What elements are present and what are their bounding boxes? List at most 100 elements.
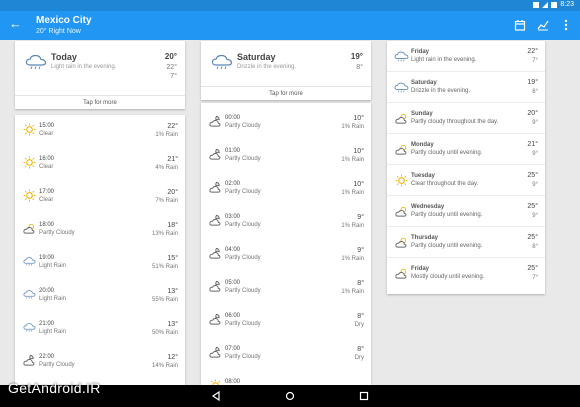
hour-temp: 18° [167,222,178,229]
forecast-low: 9° [532,151,538,157]
hour-rain: 13% Rain [151,231,178,237]
hourly-row[interactable]: 20:00 Light Rain 13° 55% Rain [15,280,185,313]
hour-condition: Light Rain [39,329,67,335]
forecast-row[interactable]: Monday Partly cloudy until evening. 21° … [387,134,545,165]
city-title: Mexico City [36,15,92,26]
hour-rain: 1% Rain [341,223,364,229]
forecast-row[interactable]: Sunday Partly cloudy throughout the day.… [387,103,545,134]
hour-temp: 9° [357,247,364,254]
rain-cloud-icon [23,321,36,334]
hour-temp: 10° [353,181,364,188]
forecast-low: 8° [532,244,538,250]
hourly-row[interactable]: 19:00 Light Rain 15° 51% Rain [15,247,185,280]
hour-rain: 14% Rain [151,363,178,369]
partly-cloudy-night-icon [209,247,222,260]
hourly-row[interactable]: 07:00 Partly Cloudy 8° Dry [201,338,371,371]
hourly-row[interactable]: 15:00 Clear 22° 1% Rain [15,115,185,148]
today-summary-card[interactable]: Today Light rain in the evening. 20° 22°… [15,41,185,109]
partly-cloudy-night-icon [209,280,222,293]
partly-cloudy-night-icon [209,313,222,326]
hour-temp: 9° [357,214,364,221]
hour-rain: 50% Rain [151,330,178,336]
hour-condition: Partly Cloudy [225,123,261,129]
hourly-row[interactable]: 18:00 Partly Cloudy 18° 13% Rain [15,214,185,247]
partly-cloudy-icon [394,267,409,280]
hour-condition: Clear [39,197,54,203]
hour-condition: Light Rain [39,296,67,302]
hour-condition: Clear [39,131,54,137]
forecast-row[interactable]: Tuesday Clear throughout the day. 25° 9° [387,165,545,196]
hour-time: 04:00 [225,247,241,253]
hour-time: 22:00 [39,354,55,360]
forecast-low: 8° [532,89,538,95]
hour-condition: Partly Cloudy [225,255,261,261]
hour-time: 01:00 [225,148,241,154]
forecast-row[interactable]: Friday Mostly cloudy until evening. 25° … [387,258,545,289]
sun-icon [23,189,36,202]
forecast-day: Monday [411,142,434,148]
saturday-summary-card[interactable]: Saturday Drizzle in the evening. 19° 8° … [201,41,371,100]
overflow-menu-icon[interactable] [560,19,572,31]
rain-cloud-icon [23,288,36,301]
nav-recents-icon[interactable] [359,391,369,401]
hour-rain: 7% Rain [155,198,178,204]
calendar-icon[interactable] [514,19,526,31]
hourly-row[interactable]: 01:00 Partly Cloudy 10° 1% Rain [201,140,371,173]
forecast-row[interactable]: Wednesday Partly cloudy until evening. 2… [387,196,545,227]
hour-temp: 13° [167,288,178,295]
forecast-high: 25° [527,172,538,179]
hour-rain: 1% Rain [341,190,364,196]
hour-time: 19:00 [39,255,55,261]
hour-rain: 4% Rain [155,165,178,171]
tap-for-more-button[interactable]: Tap for more [15,95,185,109]
hourly-row[interactable]: 00:00 Partly Cloudy 10° 1% Rain [201,107,371,140]
hourly-row[interactable]: 06:00 Partly Cloudy 8° Dry [201,305,371,338]
forecast-desc: Clear throughout the day. [411,181,479,187]
forecast-desc: Mostly cloudy until evening. [411,274,485,280]
partly-cloudy-night-icon [209,346,222,359]
hourly-row[interactable]: 17:00 Clear 20° 7% Rain [15,181,185,214]
hourly-row[interactable]: 02:00 Partly Cloudy 10° 1% Rain [201,173,371,206]
forecast-row[interactable]: Thursday Partly cloudy until evening. 25… [387,227,545,258]
hourly-row[interactable]: 04:00 Partly Cloudy 9° 1% Rain [201,239,371,272]
hour-rain: Dry [354,322,364,328]
back-arrow-icon[interactable]: ← [9,17,22,31]
trend-chart-icon[interactable] [537,19,549,31]
hour-temp: 10° [353,148,364,155]
rain-cloud-icon [23,255,36,268]
hour-rain: 1% Rain [341,124,364,130]
hourly-row[interactable]: 22:00 Partly Cloudy 12° 14% Rain [15,346,185,379]
rain-cloud-icon [211,54,233,70]
hourly-row[interactable]: 08:00 [201,371,371,385]
hour-time: 03:00 [225,214,241,220]
forecast-day: Saturday [411,80,437,86]
partly-cloudy-icon [394,236,409,249]
hourly-row[interactable]: 16:00 Clear 21° 4% Rain [15,148,185,181]
hour-time: 15:00 [39,123,55,129]
hour-time: 16:00 [39,156,55,162]
sun-icon [394,174,409,187]
hour-condition: Clear [39,164,54,170]
rain-cloud-icon [25,54,47,70]
forecast-row[interactable]: Saturday Drizzle in the evening. 19° 8° [387,72,545,103]
summary-mid: 22° [166,64,177,71]
forecast-high: 22° [527,48,538,55]
hour-time: 17:00 [39,189,55,195]
hourly-row[interactable]: 05:00 Partly Cloudy 8° 1% Rain [201,272,371,305]
nav-home-icon[interactable] [285,391,295,401]
hour-temp: 12° [167,354,178,361]
tap-for-more-button[interactable]: Tap for more [201,86,371,100]
rain-cloud-icon [394,81,409,94]
forecast-desc: Light rain in the evening. [411,57,477,63]
hourly-row[interactable]: 03:00 Partly Cloudy 9° 1% Rain [201,206,371,239]
forecast-low: 9° [532,182,538,188]
hour-temp: 8° [357,346,364,353]
saturday-hourly-list: 00:00 Partly Cloudy 10° 1% Rain 01:00 Pa… [201,103,371,385]
forecast-row[interactable]: Friday Light rain in the evening. 22° 7° [387,41,545,72]
hour-temp: 8° [357,280,364,287]
hour-temp: 13° [167,321,178,328]
nav-back-icon[interactable] [211,391,221,401]
forecast-high: 20° [527,110,538,117]
hourly-row[interactable]: 21:00 Light Rain 13° 50% Rain [15,313,185,346]
watermark: GetAndroid.IR [8,380,101,396]
